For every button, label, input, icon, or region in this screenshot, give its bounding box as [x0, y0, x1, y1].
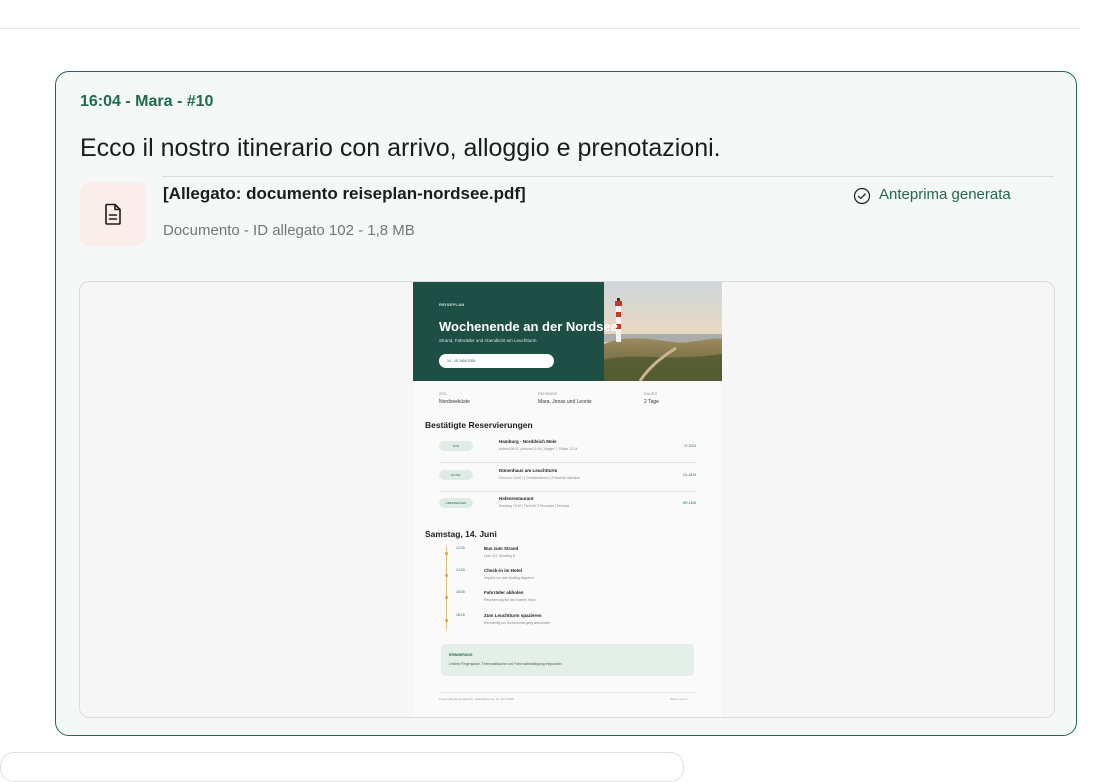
preview-status-label: Anteprima generata: [879, 185, 1011, 203]
document-date-pill: 14 - 15 JUNI 2026: [439, 354, 554, 368]
timeline-item: 15:30 Fahrräder abholen Reservierung auf…: [442, 590, 702, 612]
preview-status: Anteprima generata: [853, 183, 1011, 205]
attachment-divider: [162, 176, 1054, 177]
timeline-item: 18:15 Zum Leuchtturm spazieren Rechtzeit…: [442, 613, 702, 635]
reservation-row: ABENDESSEN Hafenrestaurant Samstag 19:00…: [425, 492, 710, 520]
reservation-row: HOTEL Dünenhaus am Leuchtturm Check-in 1…: [425, 464, 710, 492]
timeline-item: 14:00 Check-in im Hotel Gepäck vor dem A…: [442, 568, 702, 590]
fact-duration: DAUER 2 Tage: [644, 392, 659, 405]
attachment-details: Documento - ID allegato 102 - 1,8 MB: [163, 222, 415, 239]
document-title: Wochenende an der Nordsee: [439, 319, 618, 334]
check-circle-icon: [853, 187, 871, 205]
reminder-box: ERINNERUNG Leichte Regenjacke, Thermosfl…: [441, 644, 694, 676]
pdf-page: REISEPLAN Wochenende an der Nordsee Stra…: [413, 282, 722, 717]
fact-destination: ZIEL Nordseeküste: [439, 392, 470, 405]
message-card: 16:04 - Mara - #10 Ecco il nostro itiner…: [55, 71, 1077, 736]
attachment-title[interactable]: [Allegato: documento reiseplan-nordsee.p…: [163, 184, 526, 204]
document-footer-divider: [439, 692, 696, 693]
document-tagline: Strand, Fahrräder und Abendlicht am Leuc…: [439, 338, 537, 343]
document-footer-left: In der Unterkunft gebucht · aktualisiert…: [439, 697, 515, 701]
document-footer-right: Seite 1 von 1: [670, 697, 688, 701]
reservations-title: Bestätigte Reservierungen: [425, 420, 533, 430]
lighthouse-photo: [604, 282, 722, 381]
message-meta: 16:04 - Mara - #10: [80, 93, 214, 110]
day-title: Samstag, 14. Juni: [425, 529, 497, 539]
message-composer[interactable]: [0, 752, 684, 782]
reservation-row: ZUG Hamburg - Norddeich Mole Abfahrt 08:…: [425, 435, 710, 463]
message-text: Ecco il nostro itinerario con arrivo, al…: [80, 134, 721, 162]
attachment-file-tile[interactable]: [80, 182, 146, 246]
timeline-item: 12:20 Bus zum Strand Linie 412, Bussteig…: [442, 546, 702, 568]
fact-travelers: REISENDE Mara, Jonas und Leonie: [538, 392, 592, 405]
top-divider: [0, 28, 1080, 29]
document-hero: REISEPLAN Wochenende an der Nordsee Stra…: [413, 282, 722, 381]
file-text-icon: [105, 203, 121, 225]
document-eyebrow: REISEPLAN: [439, 302, 465, 307]
document-preview[interactable]: REISEPLAN Wochenende an der Nordsee Stra…: [79, 281, 1055, 718]
